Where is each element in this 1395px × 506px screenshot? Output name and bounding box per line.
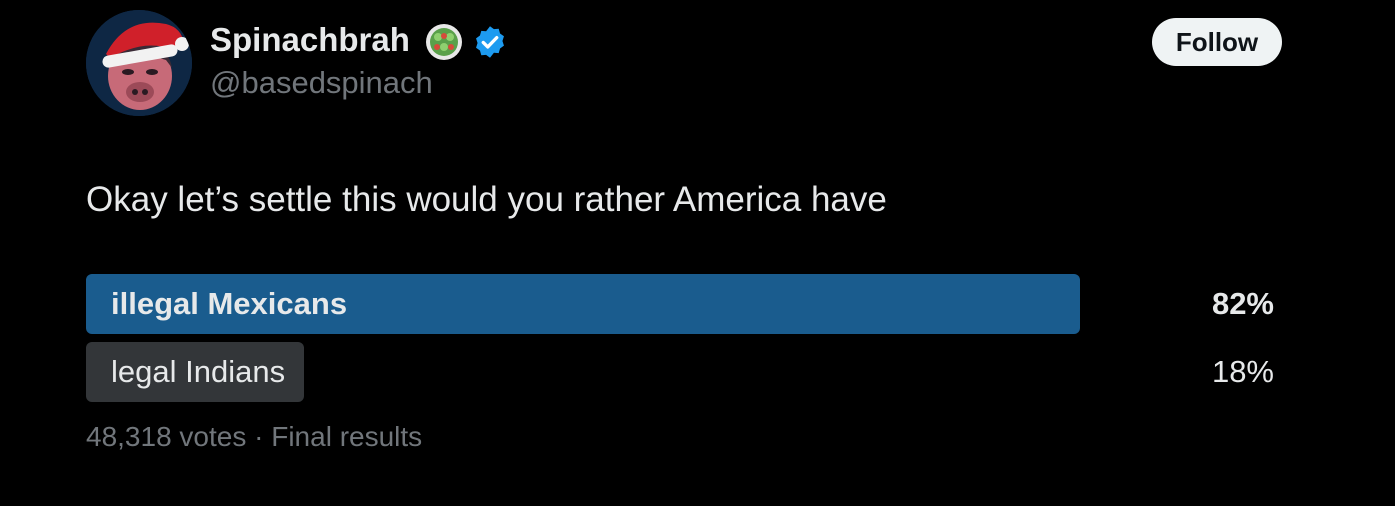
avatar[interactable]: [86, 10, 192, 116]
poll-meta-separator: ·: [246, 421, 272, 452]
verified-badge-icon: [476, 26, 504, 58]
poll-option-percent: 18%: [1211, 354, 1274, 389]
display-name[interactable]: Spinachbrah: [210, 20, 410, 60]
poll-option-percent: 82%: [1211, 286, 1274, 321]
user-handle[interactable]: @basedspinach: [210, 64, 433, 102]
poll-option-label: illegal Mexicans: [111, 286, 348, 321]
poll-meta: 48,318 votes · Final results: [86, 420, 422, 454]
poll-option-legal-indians[interactable]: legal Indians 18%: [86, 342, 1276, 402]
tweet-text: Okay let’s settle this would you rather …: [86, 180, 887, 219]
poll-option-illegal-mexicans[interactable]: illegal Mexicans 82%: [86, 274, 1276, 334]
poll-status: Final results: [271, 421, 423, 452]
poll-vote-count: 48,318 votes: [86, 421, 247, 452]
follow-button[interactable]: Follow: [1152, 18, 1282, 66]
salad-bowl-icon: [426, 24, 462, 60]
poll-option-label: legal Indians: [111, 354, 286, 389]
avatar-image: [86, 10, 192, 116]
